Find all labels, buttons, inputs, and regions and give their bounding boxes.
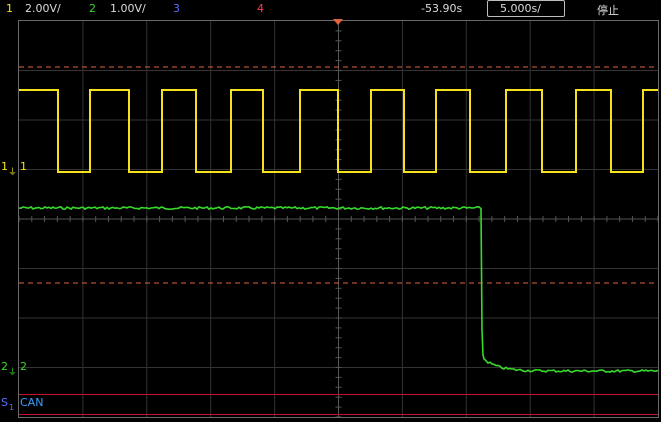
ch2-offset-label: 2	[20, 360, 27, 373]
ground-icon: ⏚	[8, 168, 18, 178]
trigger-position-marker[interactable]	[333, 19, 343, 25]
ch1-offset-label: 1	[20, 160, 27, 173]
waveform-display[interactable]	[0, 0, 661, 422]
ch1-ground-marker[interactable]: 1	[1, 160, 8, 173]
serial-bus-index: 1	[9, 403, 15, 412]
graticule	[18, 20, 659, 418]
ground-icon: ⏚	[8, 368, 18, 378]
ch2-ground-marker[interactable]: 2	[1, 360, 8, 373]
ch1-waveform	[19, 89, 658, 173]
serial-protocol-label: CAN	[20, 396, 44, 409]
serial-bus-label[interactable]: S	[1, 396, 8, 409]
